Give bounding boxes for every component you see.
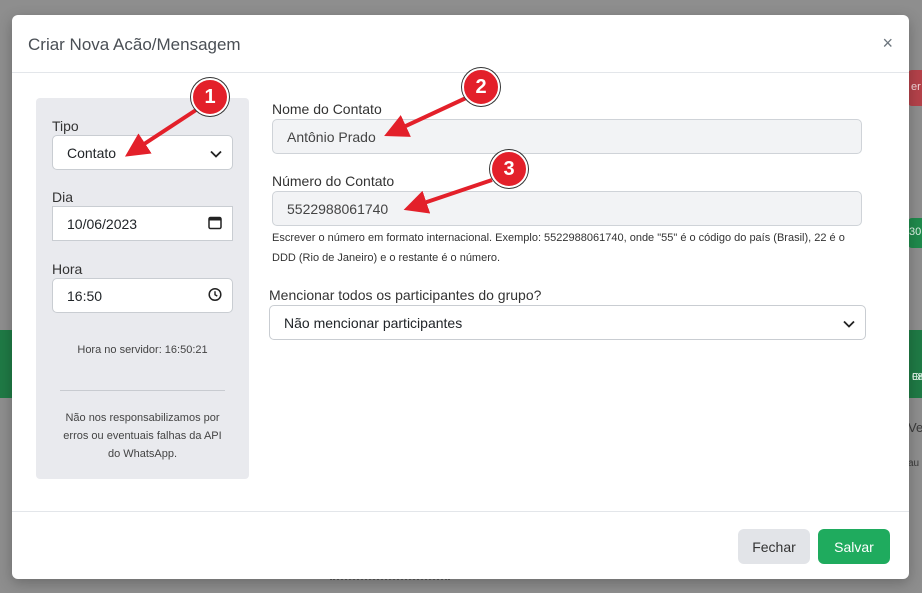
close-button[interactable]: Fechar (738, 529, 810, 564)
mencionar-label: Mencionar todos os participantes do grup… (269, 287, 542, 303)
numero-input-value: 5522988061740 (287, 200, 389, 217)
numero-input[interactable]: 5522988061740 (272, 191, 862, 226)
save-button[interactable]: Salvar (818, 529, 890, 564)
bg-text-fragment-2: au (908, 458, 920, 469)
bg-text-fragment: Ve (908, 420, 922, 435)
disclaimer-text: Não nos responsabilizamos por erros ou e… (36, 409, 249, 463)
create-action-modal: Criar Nova Acão/Mensagem × Tipo Contato … (12, 15, 909, 579)
close-icon[interactable]: × (882, 33, 893, 54)
schedule-panel: Tipo Contato Dia 10/06/2023 Hora 16:50 H… (36, 98, 249, 479)
bg-green-text: 30 (909, 226, 922, 238)
hora-time-input[interactable]: 16:50 (52, 278, 233, 313)
bg-green-tab: 30 (908, 218, 922, 248)
dia-date-input[interactable]: 10/06/2023 (52, 206, 233, 241)
bg-red-text: er (911, 81, 921, 93)
annotation-badge-1: 1 (191, 78, 229, 116)
chevron-down-icon (210, 145, 222, 161)
clock-icon[interactable] (208, 287, 222, 304)
dia-date-value: 10/06/2023 (67, 215, 138, 232)
hora-time-value: 16:50 (67, 287, 103, 304)
chevron-down-icon (843, 315, 855, 331)
calendar-icon[interactable] (208, 215, 222, 232)
help-line: DDD (Rio de Janeiro) e o restante é o nú… (272, 252, 501, 264)
mencionar-select-value: Não mencionar participantes (284, 314, 463, 331)
sidebar-divider (60, 390, 225, 391)
bg-green-card-left (0, 330, 12, 398)
nome-label: Nome do Contato (272, 101, 382, 117)
modal-footer: Fechar Salvar (12, 511, 909, 579)
nome-input-value: Antônio Prado (287, 128, 376, 145)
hora-label: Hora (52, 261, 83, 277)
annotation-badge-2: 2 (462, 68, 500, 106)
dia-label: Dia (52, 189, 74, 205)
annotation-badge-3: 3 (490, 150, 528, 188)
numero-help-text: Escrever o número em formato internacion… (272, 228, 852, 268)
modal-header: Criar Nova Acão/Mensagem × (12, 15, 909, 73)
tipo-select-value: Contato (67, 144, 117, 161)
mencionar-select[interactable]: Não mencionar participantes (269, 305, 866, 340)
disclaimer-line: do WhatsApp. (107, 448, 178, 460)
bg-red-tab: er (908, 70, 922, 106)
tipo-label: Tipo (52, 118, 79, 134)
nome-input[interactable]: Antônio Prado (272, 119, 862, 154)
help-line: Escrever o número em formato internacion… (272, 232, 845, 244)
numero-label: Número do Contato (272, 173, 395, 189)
disclaimer-line: erros ou eventuais falhas da API (63, 430, 222, 442)
disclaimer-line: Não nos responsabilizamos por (65, 412, 220, 424)
modal-title: Criar Nova Acão/Mensagem (28, 35, 241, 54)
server-time: Hora no servidor: 16:50:21 (77, 344, 208, 356)
bg-green-card: Er 08 (908, 330, 922, 398)
tipo-select[interactable]: Contato (52, 135, 233, 170)
